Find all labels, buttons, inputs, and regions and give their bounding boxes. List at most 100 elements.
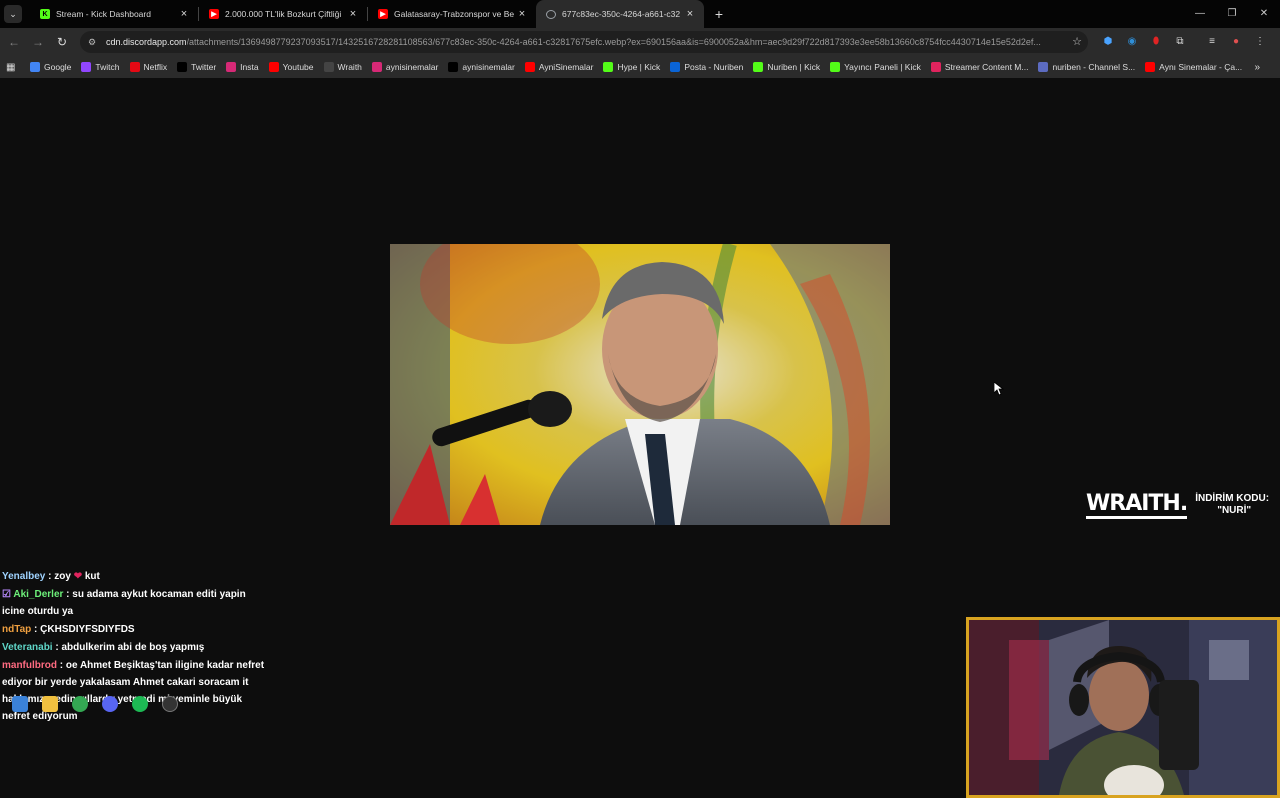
chat-text: : zoy (45, 571, 74, 582)
media-control-icon[interactable]: ≡ (1204, 33, 1220, 49)
tab-strip: ⌄ K Stream - Kick Dashboard × ▶ 2.000.00… (0, 0, 1280, 28)
arrow-left-icon: ← (8, 35, 20, 49)
tab-search-button[interactable]: ⌄ (4, 5, 22, 23)
bookmark-label: Posta - Nuriben (684, 62, 744, 72)
kick-icon (603, 62, 614, 72)
spotify-icon[interactable] (132, 696, 148, 712)
bookmark-item[interactable]: AyniSinemalar (524, 62, 593, 72)
bookmark-item[interactable]: Google (30, 62, 71, 72)
discount-label: İNDİRİM KODU: (1195, 493, 1270, 504)
bookmark-item[interactable]: aynisinemalar (448, 62, 515, 72)
outlook-icon (670, 62, 681, 72)
minimize-button[interactable]: — (1184, 0, 1216, 28)
url-host: cdn.discordapp.com (106, 37, 187, 47)
window-controls: — ❐ ✕ (1184, 0, 1280, 28)
bookmark-label: nuriben - Channel S... (1052, 62, 1136, 72)
youtube-icon: ▶ (378, 9, 388, 19)
bookmark-item[interactable]: Twitter (177, 62, 216, 72)
tab-title: 2.000.000 TL'lik Bozkurt Çiftliği (225, 9, 342, 19)
apps-grid-icon[interactable]: ▦ (6, 62, 20, 73)
bookmark-item[interactable]: Youtube (268, 62, 314, 72)
new-tab-button[interactable]: + (708, 6, 730, 22)
bookmark-label: Wraith (337, 62, 362, 72)
heart-emote-icon: ❤ (73, 571, 85, 582)
bookmark-item[interactable]: Hype | Kick (603, 62, 660, 72)
plus-icon: + (714, 6, 724, 22)
extension-red-icon[interactable]: ⬮ (1148, 33, 1164, 49)
chat-text: : ÇKHSDIYFSDIYFDS (31, 624, 135, 635)
obs-icon[interactable] (162, 696, 178, 712)
bookmark-item[interactable]: Wraith (323, 62, 362, 72)
reload-icon: ↻ (56, 35, 68, 49)
youtube-icon (1145, 62, 1156, 72)
close-icon[interactable]: × (516, 8, 528, 20)
bookmark-item[interactable]: Aynı Sinemalar - Ça... (1145, 62, 1242, 72)
puzzle-icon[interactable]: ⧉ (1172, 33, 1188, 49)
bookmark-label: Streamer Content M... (944, 62, 1029, 72)
chevron-down-icon: ⌄ (9, 8, 17, 19)
bookmark-label: Aynı Sinemalar - Ça... (1159, 62, 1243, 72)
chat-username: Veteranabi (2, 642, 53, 653)
maximize-button[interactable]: ❐ (1216, 0, 1248, 28)
chat-username: ndTap (2, 624, 32, 635)
chat-username: manfulbrod (2, 660, 57, 671)
bookmark-label: Yayıncı Paneli | Kick (844, 62, 921, 72)
bookmark-label: Netflix (143, 62, 168, 72)
bookmark-star-icon[interactable]: ☆ (1072, 35, 1082, 48)
tab-discord-image[interactable]: 677c83ec-350c-4264-a661-c32 × (536, 0, 704, 28)
close-icon[interactable]: × (347, 8, 359, 20)
bookmark-item[interactable]: Insta (226, 62, 259, 72)
chat-message: Yenalbey : zoy ❤ kut (2, 568, 268, 585)
bookmark-item[interactable]: Streamer Content M... (930, 62, 1029, 72)
tab-title: 677c83ec-350c-4264-a661-c32 (562, 9, 681, 19)
youtube-icon (268, 62, 279, 72)
chat-username: Aki_Derler (13, 589, 64, 600)
bookmark-item[interactable]: aynisinemalar (371, 62, 438, 72)
tab-kick-dashboard[interactable]: K Stream - Kick Dashboard × (30, 0, 198, 28)
reload-button[interactable]: ↻ (50, 35, 74, 49)
extension-blue-icon[interactable]: ◉ (1124, 33, 1140, 49)
bookmark-item[interactable]: Posta - Nuriben (670, 62, 743, 72)
youtube-icon: ▶ (209, 9, 219, 19)
chat-text: : abdulkerim abi de boş yapmış (52, 642, 205, 653)
close-icon[interactable]: × (684, 8, 696, 20)
bookmark-label: Hype | Kick (617, 62, 661, 72)
page-viewport: WRAITH. İNDİRİM KODU: "NURİ" Yenalbey : … (0, 78, 1280, 798)
bookmark-label: Nuriben | Kick (767, 62, 821, 72)
extensions-area: ⬢ ◉ ⬮ ⧉ ≡ ● ⋮ (1100, 33, 1268, 49)
discount-code-text: İNDİRİM KODU: "NURİ" (1195, 493, 1269, 517)
bookmark-item[interactable]: Yayıncı Paneli | Kick (830, 62, 921, 72)
back-button[interactable]: ← (2, 35, 26, 49)
tab-youtube-bozkurt[interactable]: ▶ 2.000.000 TL'lik Bozkurt Çiftliği × (199, 0, 367, 28)
bookmark-item[interactable]: Netflix (129, 62, 168, 72)
bookmark-item[interactable]: Nuriben | Kick (753, 62, 820, 72)
address-bar[interactable]: ⚙ cdn.discordapp.com /attachments/136949… (80, 31, 1088, 53)
more-menu-icon[interactable]: ⋮ (1252, 33, 1268, 49)
netflix-icon (129, 62, 140, 72)
channel-icon (1038, 62, 1049, 72)
tab-youtube-galatasaray[interactable]: ▶ Galatasaray-Trabzonspor ve Be × (368, 0, 536, 28)
forward-button[interactable]: → (26, 35, 50, 49)
tab-title: Stream - Kick Dashboard (56, 9, 151, 19)
chat-message: ☑ Aki_Derler : su adama aykut kocaman ed… (2, 586, 268, 620)
bookmark-label: Google (44, 62, 72, 72)
instagram-icon (226, 62, 237, 72)
more-bookmarks-icon[interactable]: » (1254, 62, 1260, 73)
profile-avatar-icon[interactable]: ● (1228, 33, 1244, 49)
site-info-icon[interactable]: ⚙ (88, 37, 100, 48)
shield-icon[interactable]: ⬢ (1100, 33, 1116, 49)
x-icon (448, 62, 459, 72)
chat-username: Yenalbey (2, 571, 46, 582)
bookmarks-bar: ▦ Google Twitch Netflix Twitter Insta Youtube… (0, 56, 1280, 78)
bookmark-item[interactable]: Twitch (81, 62, 120, 72)
bookmark-item[interactable]: nuriben - Channel S... (1038, 62, 1135, 72)
kick-icon: K (40, 9, 50, 19)
windows-start-icon[interactable] (12, 696, 28, 712)
close-icon[interactable]: × (178, 8, 190, 20)
discord-icon[interactable] (102, 696, 118, 712)
globe-icon (546, 9, 556, 19)
url-path: /attachments/1369498779237093517/1432516… (186, 37, 1041, 47)
close-window-button[interactable]: ✕ (1248, 0, 1280, 28)
chrome-icon[interactable] (72, 696, 88, 712)
file-explorer-icon[interactable] (42, 696, 58, 712)
